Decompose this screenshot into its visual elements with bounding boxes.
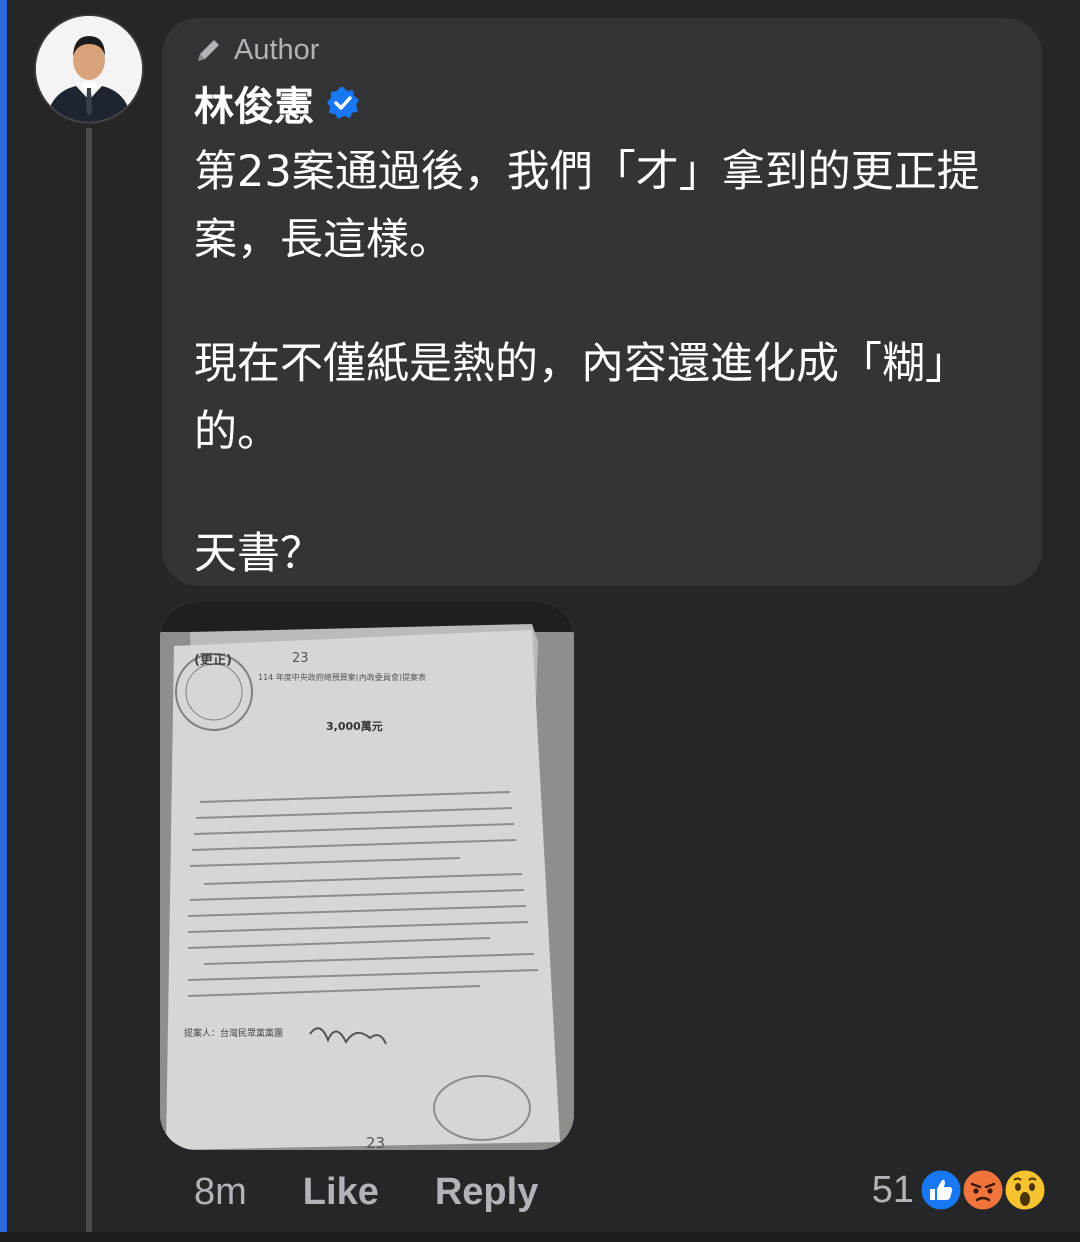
reaction-count: 51: [871, 1168, 914, 1211]
verified-badge-icon: [327, 87, 359, 119]
comment-paragraph: 天書？: [194, 529, 323, 579]
avatar[interactable]: [34, 14, 144, 124]
doc-correction-label: (更正): [194, 653, 232, 668]
comment-paragraph: 現在不僅紙是熱的，內容還進化成「糊」的。: [194, 339, 968, 457]
doc-proposer: 提案人：台灣民眾黨黨團: [184, 1027, 283, 1039]
wow-icon: [1002, 1167, 1048, 1213]
bottom-divider: [0, 1232, 1080, 1242]
comment-paragraph: 第23案通過後，我們「才」拿到的更正提案，長這樣。: [194, 147, 980, 265]
doc-number: 23: [292, 651, 309, 666]
attached-photo[interactable]: (更正) 23 114 年度中央政府總預算案(內政委員會)提案表 3,000萬元…: [160, 602, 574, 1150]
reaction-summary[interactable]: 51: [872, 1164, 1048, 1216]
author-name[interactable]: 林俊憲: [194, 74, 314, 132]
pencil-icon: [198, 40, 219, 61]
comment-timestamp[interactable]: 8m: [194, 1171, 247, 1214]
left-accent-bar: [0, 0, 7, 1242]
avatar-portrait: [36, 16, 142, 122]
author-badge-label: Author: [234, 33, 320, 66]
like-icon: [918, 1167, 964, 1213]
doc-title: 114 年度中央政府總預算案(內政委員會)提案表: [258, 672, 426, 682]
reply-thread-line: [86, 128, 92, 1242]
author-badge: Author: [194, 30, 319, 70]
reply-button[interactable]: Reply: [435, 1171, 538, 1214]
doc-bottom-number: 23: [366, 1134, 385, 1150]
doc-amount: 3,000萬元: [326, 719, 383, 733]
comment-actions: 8m Like Reply: [194, 1166, 538, 1218]
document-photo: (更正) 23 114 年度中央政府總預算案(內政委員會)提案表 3,000萬元…: [160, 602, 574, 1150]
like-button[interactable]: Like: [303, 1171, 379, 1214]
angry-icon: [960, 1167, 1006, 1213]
